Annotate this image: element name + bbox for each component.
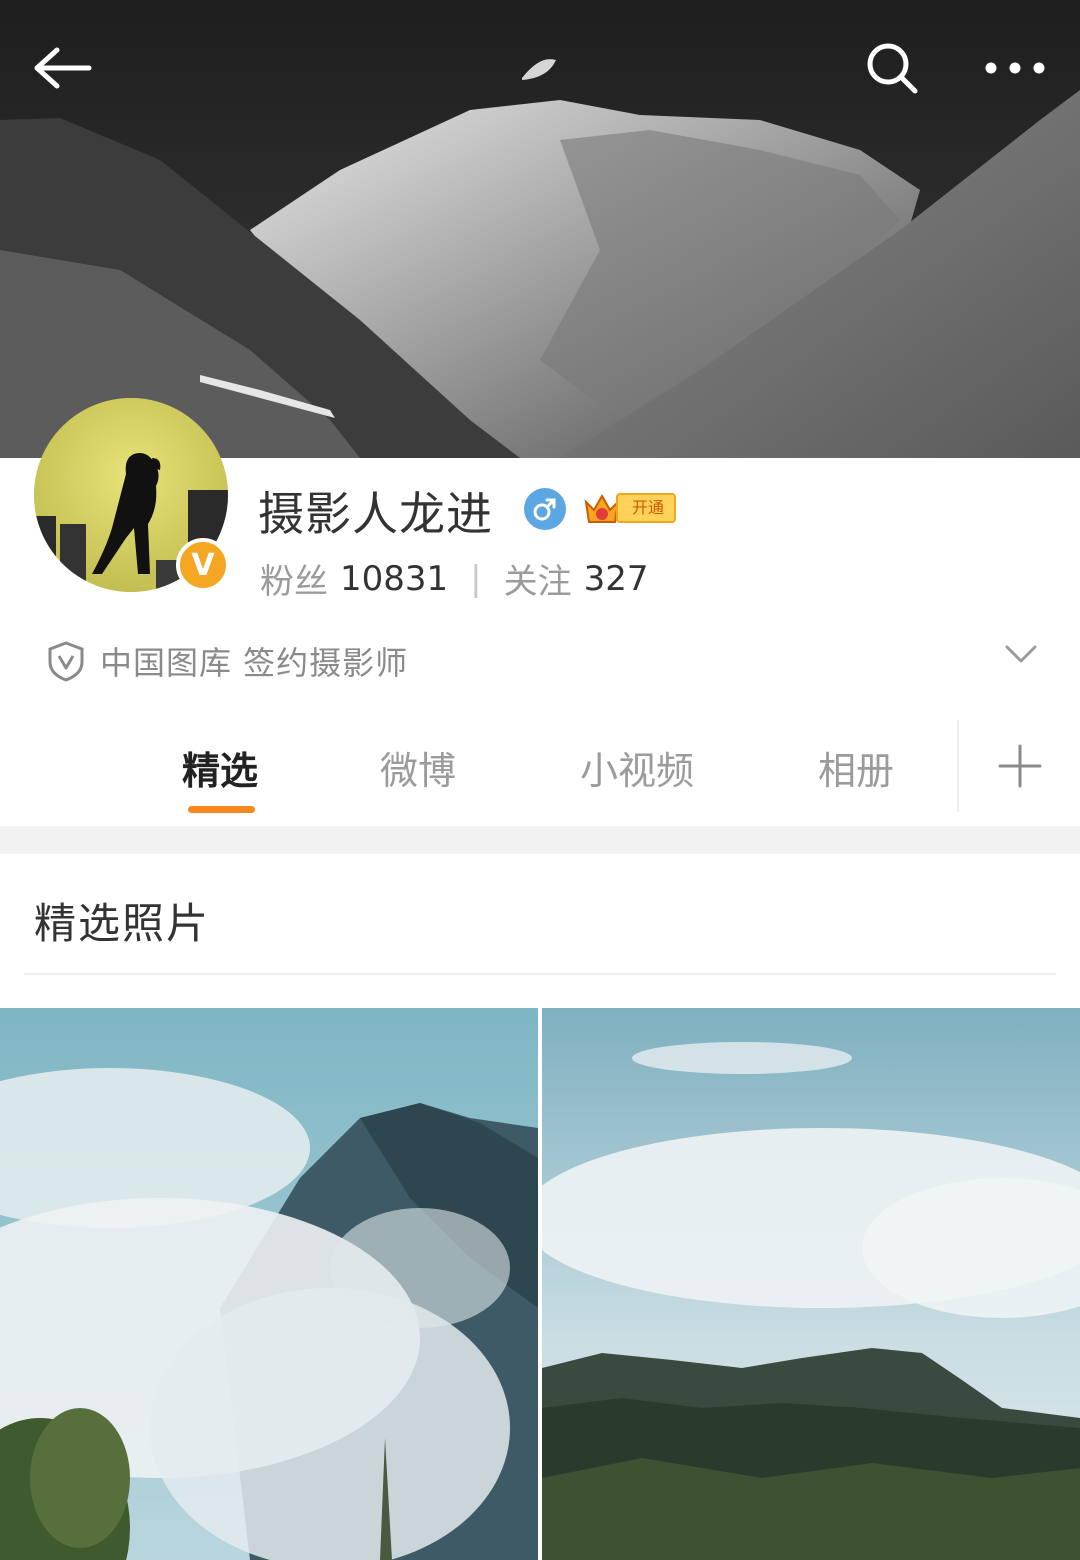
search-button[interactable] bbox=[852, 28, 932, 108]
followers-label[interactable]: 粉丝 bbox=[260, 554, 328, 603]
mountain-clouds-photo bbox=[0, 1008, 538, 1560]
male-icon bbox=[524, 488, 566, 530]
shield-icon bbox=[48, 641, 84, 682]
search-icon bbox=[867, 43, 918, 94]
username: 摄影人龙进 bbox=[258, 487, 493, 541]
active-tab-indicator bbox=[188, 806, 255, 813]
following-count[interactable]: 327 bbox=[584, 559, 649, 599]
vip-open-label: 开通 bbox=[616, 493, 677, 523]
following-label[interactable]: 关注 bbox=[504, 554, 572, 603]
verified-badge-icon: V bbox=[176, 538, 230, 592]
chevron-down-icon[interactable] bbox=[1004, 644, 1038, 664]
profile-stats: 粉丝 10831 | 关注 327 bbox=[260, 554, 649, 603]
back-arrow-icon bbox=[34, 47, 92, 89]
tab-album[interactable]: 相册 bbox=[818, 740, 894, 795]
more-options-button[interactable] bbox=[975, 28, 1055, 108]
tab-short-video[interactable]: 小视频 bbox=[580, 740, 694, 795]
vip-open-badge[interactable]: 开通 bbox=[582, 488, 677, 528]
section-divider bbox=[24, 973, 1056, 975]
tab-featured[interactable]: 精选 bbox=[182, 740, 258, 795]
followers-count[interactable]: 10831 bbox=[340, 559, 448, 599]
ridge-clouds-photo bbox=[542, 1008, 1080, 1560]
section-gap bbox=[0, 826, 1080, 854]
section-title: 精选照片 bbox=[34, 899, 211, 948]
featured-photo[interactable] bbox=[0, 1008, 538, 1560]
plus-icon bbox=[998, 744, 1042, 788]
certification-row[interactable]: 中国图库 签约摄影师 bbox=[46, 636, 1046, 686]
featured-photo[interactable] bbox=[542, 1008, 1080, 1560]
certification-text: 中国图库 签约摄影师 bbox=[100, 644, 409, 682]
add-tab-button[interactable] bbox=[988, 734, 1052, 798]
tab-divider bbox=[957, 720, 959, 812]
stats-separator: | bbox=[470, 558, 482, 599]
profile-cover-image[interactable] bbox=[0, 0, 1080, 458]
more-icon bbox=[985, 62, 1045, 74]
back-button[interactable] bbox=[22, 28, 102, 108]
tab-weibo[interactable]: 微博 bbox=[380, 740, 456, 795]
